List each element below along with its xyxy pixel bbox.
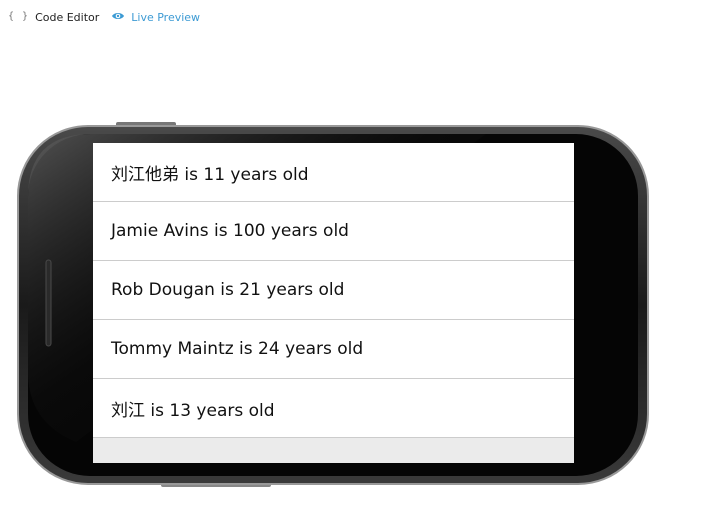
list-item[interactable]: 刘江 is 13 years old [93,379,574,438]
live-preview-label: Live Preview [131,10,201,24]
braces-icon: { } [8,11,30,22]
person-list: 刘江他弟 is 11 years old Jamie Avins is 100 … [93,143,574,438]
code-editor-tab[interactable]: { } Code Editor [8,11,99,24]
code-editor-label: Code Editor [35,10,100,24]
live-preview-tab[interactable]: Live Preview [111,11,200,24]
preview-toolbar: { } Code Editor Live Preview [8,9,212,25]
eye-icon [111,11,125,23]
list-item[interactable]: Tommy Maintz is 24 years old [93,320,574,379]
phone-frame: 刘江他弟 is 11 years old Jamie Avins is 100 … [16,122,652,488]
list-item[interactable]: 刘江他弟 is 11 years old [93,143,574,202]
list-item[interactable]: Jamie Avins is 100 years old [93,202,574,261]
device-screen: 刘江他弟 is 11 years old Jamie Avins is 100 … [93,143,574,463]
list-footer [93,438,574,463]
list-item[interactable]: Rob Dougan is 21 years old [93,261,574,320]
